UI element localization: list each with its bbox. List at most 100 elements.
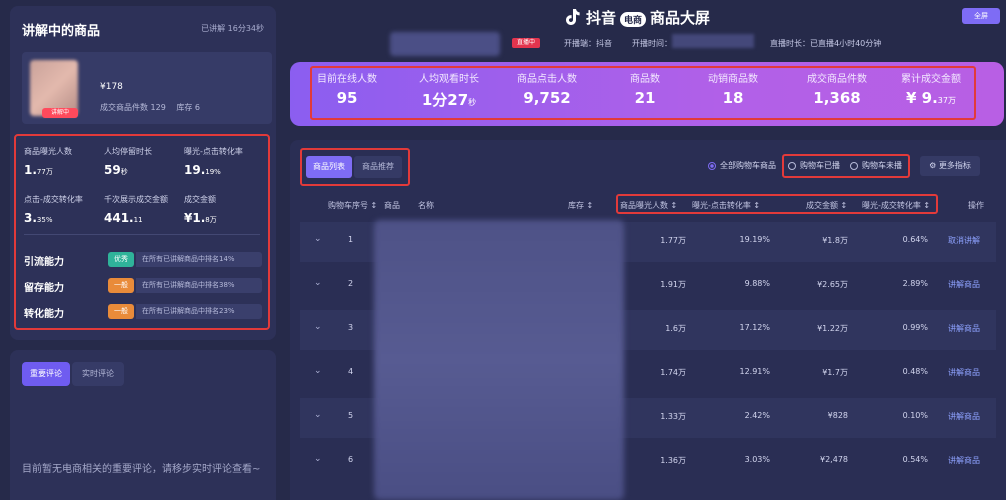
start-time-blurred (672, 34, 754, 48)
expand-chevron-icon[interactable]: ⌄ (314, 454, 322, 464)
metric-value: 59秒 (104, 163, 128, 177)
radio-icon (850, 161, 858, 170)
col-exposure[interactable]: 商品曝光人数 ↕ (620, 200, 677, 211)
ability-label: 引流能力 (24, 257, 64, 268)
panel-header: 讲解中的商品 已讲解 16分34秒 (22, 20, 264, 40)
cell-no: 5 (348, 411, 354, 420)
expand-chevron-icon[interactable]: ⌄ (314, 322, 322, 332)
product-names-blurred (374, 220, 624, 500)
cell-gmv: ¥828 (827, 411, 848, 420)
cell-no: 4 (348, 367, 354, 376)
screen-title: 商品大屏 (650, 8, 711, 27)
metric-value: 1.77万 (24, 163, 53, 177)
explain-product-button[interactable]: 讲解商品 (948, 411, 980, 422)
tab-realtime-comments[interactable]: 实时评论 (72, 362, 124, 386)
metric-value: 3.35% (24, 211, 53, 225)
filter-cart-aired[interactable]: 购物车已播 (788, 160, 840, 171)
ability-label: 留存能力 (24, 283, 64, 294)
metric-label: 千次展示成交金额 (104, 195, 168, 204)
expand-chevron-icon[interactable]: ⌄ (314, 234, 322, 244)
cell-gmv: ¥1.22万 (817, 324, 848, 333)
fullscreen-button[interactable]: 全屏 (962, 8, 1000, 24)
col-name: 名称 (418, 201, 434, 210)
stat-value: 95 (336, 89, 358, 107)
col-cart-no[interactable]: 购物车序号 ↕ (328, 200, 377, 211)
stat-label: 目前在线人数 (317, 74, 377, 85)
ability-desc: 在所有已讲解商品中排名23% (136, 304, 262, 319)
metric-gmv: 成交金额 ¥1.8万 (184, 194, 266, 225)
cell-exposure: 1.91万 (660, 280, 686, 289)
live-duration: 直播时长：已直播4小时40分钟 (770, 39, 882, 48)
elapsed-time: 已讲解 16分34秒 (201, 24, 264, 33)
live-badge: 直播中 (512, 38, 540, 48)
explain-product-button[interactable]: 讲解商品 (948, 455, 980, 466)
stat-moving-products: 动销商品数 18 (688, 70, 778, 107)
stat-avg-watch: 人均观看时长 1分27秒 (404, 70, 494, 110)
stat-value: 1分27秒 (421, 91, 477, 109)
cell-gmv: ¥1.7万 (822, 368, 848, 377)
explain-product-button[interactable]: 讲解商品 (948, 323, 980, 334)
panel-title: 讲解中的商品 (22, 24, 101, 39)
expand-chevron-icon[interactable]: ⌄ (314, 366, 322, 376)
ability-badge: 一般 (108, 304, 134, 319)
col-ctr[interactable]: 曝光-点击转化率 ↕ (692, 200, 760, 211)
cell-gmv: ¥1.8万 (822, 236, 848, 245)
stat-products: 商品数 21 (600, 70, 690, 107)
metric-value: 19.19% (184, 163, 221, 177)
more-metrics-button[interactable]: ⚙ 更多指标 (920, 156, 980, 176)
tab-product-recommend[interactable]: 商品推荐 (354, 156, 402, 178)
brand-name: 抖音 电商 商品大屏 (586, 8, 711, 27)
stat-value: 21 (634, 89, 656, 107)
metric-gpm: 千次展示成交金额 441.11 (104, 194, 186, 225)
cell-exposure: 1.6万 (665, 324, 686, 333)
platform-info: 开播端：抖音 (564, 39, 612, 48)
stat-clicks: 商品点击人数 9,752 (502, 70, 592, 107)
cell-cvr: 0.99% (902, 323, 928, 332)
stat-value: 18 (722, 89, 744, 107)
tab-important-comments[interactable]: 重要评论 (22, 362, 70, 386)
radio-icon (788, 161, 796, 170)
product-stats: 成交商品件数 129 库存 6 (100, 102, 208, 113)
cell-gmv: ¥2,478 (820, 455, 848, 464)
ability-badge: 优秀 (108, 252, 134, 267)
col-action: 操作 (968, 201, 984, 210)
ability-conversion: 转化能力 一般 在所有已讲解商品中排名23% (24, 304, 264, 320)
cancel-explain-button[interactable]: 取消讲解 (948, 235, 980, 246)
cell-exposure: 1.33万 (660, 412, 686, 421)
cell-cvr: 2.89% (902, 279, 928, 288)
metric-label: 人均停留时长 (104, 147, 152, 156)
ability-desc: 在所有已讲解商品中排名14% (136, 252, 262, 267)
cell-exposure: 1.36万 (660, 456, 686, 465)
expand-chevron-icon[interactable]: ⌄ (314, 410, 322, 420)
cell-cvr: 0.10% (902, 411, 928, 420)
summary-stats-bar: 目前在线人数 95 人均观看时长 1分27秒 商品点击人数 9,752 商品数 … (290, 62, 1004, 126)
tabs-highlight: 商品列表 商品推荐 (300, 148, 410, 186)
col-cvr[interactable]: 曝光-成交转化率 ↕ (862, 200, 930, 211)
explain-product-button[interactable]: 讲解商品 (948, 279, 980, 290)
explain-product-button[interactable]: 讲解商品 (948, 367, 980, 378)
metric-label: 曝光-点击转化率 (184, 147, 243, 156)
stat-label: 累计成交金额 (901, 74, 961, 85)
filter-cart-unaired[interactable]: 购物车未播 (850, 160, 902, 171)
stat-value: 9,752 (523, 89, 571, 107)
filter-all-cart[interactable]: 全部购物车商品 (708, 160, 776, 171)
comments-panel: 重要评论 实时评论 目前暂无电商相关的重要评论，请移步实时评论查看~ (10, 350, 276, 500)
col-gmv[interactable]: 成交金额 ↕ (806, 200, 847, 211)
stat-online: 目前在线人数 95 (302, 70, 392, 107)
current-product-card[interactable]: 讲解中 ¥178 成交商品件数 129 库存 6 (22, 52, 272, 124)
metric-value: 441.11 (104, 211, 143, 225)
expand-chevron-icon[interactable]: ⌄ (314, 278, 322, 288)
product-price: ¥178 (100, 82, 123, 92)
cell-cvr: 0.54% (902, 455, 928, 464)
metric-avg-stay: 人均停留时长 59秒 (104, 146, 186, 177)
stat-label: 商品数 (630, 74, 660, 85)
divider (24, 234, 260, 235)
cell-ctr: 3.03% (744, 455, 770, 464)
stat-label: 成交商品件数 (807, 74, 867, 85)
ability-retention: 留存能力 一般 在所有已讲解商品中排名38% (24, 278, 264, 294)
header-logo: 抖音 电商 商品大屏 (562, 6, 710, 28)
douyin-logo-icon (566, 9, 580, 25)
tab-product-list[interactable]: 商品列表 (306, 156, 352, 178)
metric-value: ¥1.8万 (184, 211, 217, 225)
col-stock[interactable]: 库存 ↕ (568, 200, 593, 211)
